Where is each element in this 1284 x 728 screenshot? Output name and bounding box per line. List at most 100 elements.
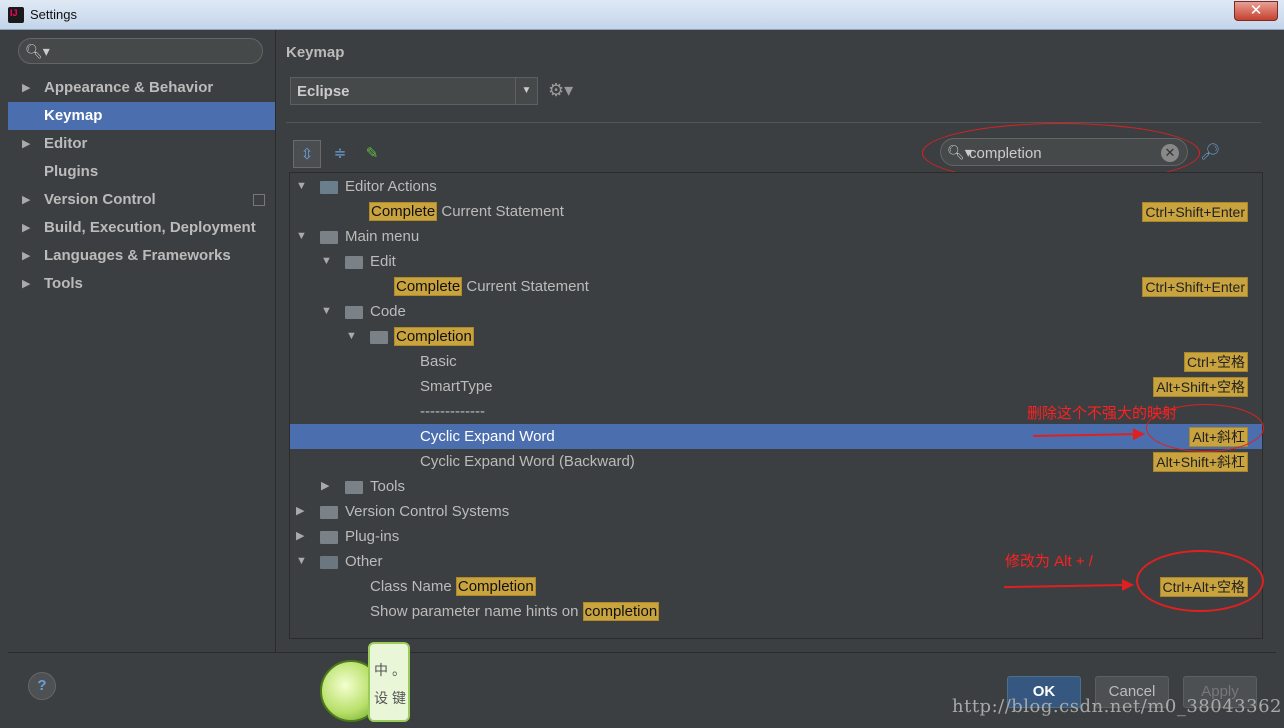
ime-punct-label[interactable]: 。 [392,660,406,680]
expand-all-icon[interactable]: ⇳ [293,140,321,168]
watermark: http://blog.csdn.net/m0_38043362 [952,696,1282,717]
tree-row[interactable]: Cyclic Expand Word (Backward) Alt+Shift+… [290,449,1262,474]
tree-row[interactable]: ▶ Version Control Systems [290,499,1262,524]
separator [8,652,1276,653]
sidebar-item-build[interactable]: ▶ Build, Execution, Deployment [8,214,275,242]
tree-label: Code [370,303,406,320]
gear-icon[interactable]: ⚙▾ [548,80,573,101]
sidebar-item-label: Keymap [44,107,103,124]
tree-row[interactable]: ▼ Completion [290,324,1262,349]
sidebar-item-editor[interactable]: ▶ Editor [8,130,275,158]
tree-label: ------------- [420,403,485,420]
tree-row[interactable]: ▶ Tools [290,474,1262,499]
sidebar-item-label: Version Control [44,191,156,208]
tree-label: Basic [420,353,457,370]
tree-row[interactable]: SmartType Alt+Shift+空格 [290,374,1262,399]
tree-row[interactable]: ▼ Other [290,549,1262,574]
sidebar-item-label: Build, Execution, Deployment [44,219,256,236]
collapse-all-icon[interactable]: ≑ [326,140,354,168]
expand-arrow-icon: ▶ [22,138,31,150]
sidebar-item-plugins[interactable]: Plugins [8,158,275,186]
sidebar-item-appearance[interactable]: ▶ Appearance & Behavior [8,74,275,102]
ime-mode-label[interactable]: 中 [374,660,388,680]
expand-arrow-icon: ▶ [22,278,31,290]
expand-arrow-icon[interactable]: ▼ [296,549,307,574]
sidebar-item-version-control[interactable]: ▶ Version Control [8,186,275,214]
tree-row[interactable]: ▼ Main menu [290,224,1262,249]
sidebar-item-label: Editor [44,135,88,152]
expand-arrow-icon: ▶ [22,82,31,94]
settings-search-input[interactable]: 🔍︎▾ [18,38,263,64]
close-button[interactable]: ✕ [1234,1,1278,21]
help-button[interactable]: ? [28,672,56,700]
keymap-scheme-select[interactable]: Eclipse ▼ [290,77,538,105]
folder-icon [370,331,388,344]
tree-label: Tools [370,478,406,495]
sidebar-item-keymap[interactable]: Keymap [8,102,275,130]
folder-icon [345,256,363,269]
folder-icon [320,506,338,519]
expand-arrow-icon: ▶ [22,250,31,262]
project-scope-icon [253,194,265,206]
separator [286,122,1261,123]
intellij-app-icon [8,7,24,23]
expand-arrow-icon[interactable]: ▼ [321,299,332,324]
tree-row[interactable]: Complete Current Statement Ctrl+Shift+En… [290,274,1262,299]
expand-arrow-icon: ▶ [22,194,31,206]
sidebar-item-label: Languages & Frameworks [44,247,231,264]
search-icon: 🔍︎▾ [25,43,50,59]
shortcut-badge: Ctrl+Shift+Enter [1142,202,1248,222]
sidebar-item-languages[interactable]: ▶ Languages & Frameworks [8,242,275,270]
expand-arrow-icon: ▶ [22,222,31,234]
expand-arrow-icon[interactable]: ▶ [321,474,329,499]
find-shortcut-icon[interactable]: 🔎︎ [1200,142,1220,162]
expand-arrow-icon[interactable]: ▼ [321,249,332,274]
tree-row[interactable]: ▼ Code [290,299,1262,324]
ime-panel[interactable]: 中 。 设 键 [368,642,410,722]
sidebar-item-tools[interactable]: ▶ Tools [8,270,275,298]
settings-sidebar: 🔍︎▾ ▶ Appearance & Behavior Keymap ▶ Edi… [8,30,275,652]
annotation-modify-text: 修改为 Alt + / [1005,553,1093,570]
editor-actions-icon [320,181,338,194]
tree-row[interactable]: ▶ Plug-ins [290,524,1262,549]
tree-row[interactable]: ▼ Edit [290,249,1262,274]
sidebar-item-label: Plugins [44,163,99,180]
edit-pencil-icon[interactable]: ✎ [358,140,386,168]
expand-arrow-icon[interactable]: ▼ [296,174,307,199]
tree-label: Completion [394,327,474,346]
tree-label: Main menu [345,228,420,245]
ime-settings-label[interactable]: 设 [374,688,388,708]
tree-row[interactable]: ▼ Editor Actions [290,174,1262,199]
tree-row[interactable]: Complete Current Statement Ctrl+Shift+En… [290,199,1262,224]
window-title: Settings [30,7,77,22]
shortcut-badge: Ctrl+Shift+Enter [1142,277,1248,297]
tree-row[interactable]: Class Name Completion Ctrl+Alt+空格 [290,574,1262,599]
main-menu-icon [320,231,338,244]
tree-row-selected[interactable]: Cyclic Expand Word Alt+斜杠 [290,424,1262,449]
tree-label: Editor Actions [345,178,437,195]
tree-label: Complete Current Statement [394,277,589,296]
ime-toolbar[interactable]: 中 。 设 键 [318,638,414,726]
annotation-ellipse [1146,404,1264,452]
expand-arrow-icon[interactable]: ▶ [296,499,304,524]
shortcut-badge: Alt+Shift+空格 [1153,377,1248,397]
tree-label: Edit [370,253,396,270]
ime-keyboard-label[interactable]: 键 [392,688,406,708]
expand-arrow-icon[interactable]: ▼ [296,224,307,249]
tree-label: Other [345,553,383,570]
page-title: Keymap [286,44,345,61]
tree-label: Complete Current Statement [369,202,564,221]
expand-arrow-icon[interactable]: ▼ [346,324,357,349]
title-bar: Settings ✕ [0,0,1284,30]
folder-icon [345,306,363,319]
chevron-down-icon[interactable]: ▼ [515,78,537,104]
tree-label: Version Control Systems [345,503,510,520]
shortcut-badge: Alt+Shift+斜杠 [1153,452,1248,472]
tree-row[interactable]: Show parameter name hints on completion [290,599,1262,624]
expand-arrow-icon[interactable]: ▶ [296,524,304,549]
tree-row[interactable]: Basic Ctrl+空格 [290,349,1262,374]
tree-label: SmartType [420,378,493,395]
tree-label: Show parameter name hints on completion [370,602,660,621]
other-group-icon [320,556,338,569]
tree-label: Cyclic Expand Word (Backward) [420,453,635,470]
